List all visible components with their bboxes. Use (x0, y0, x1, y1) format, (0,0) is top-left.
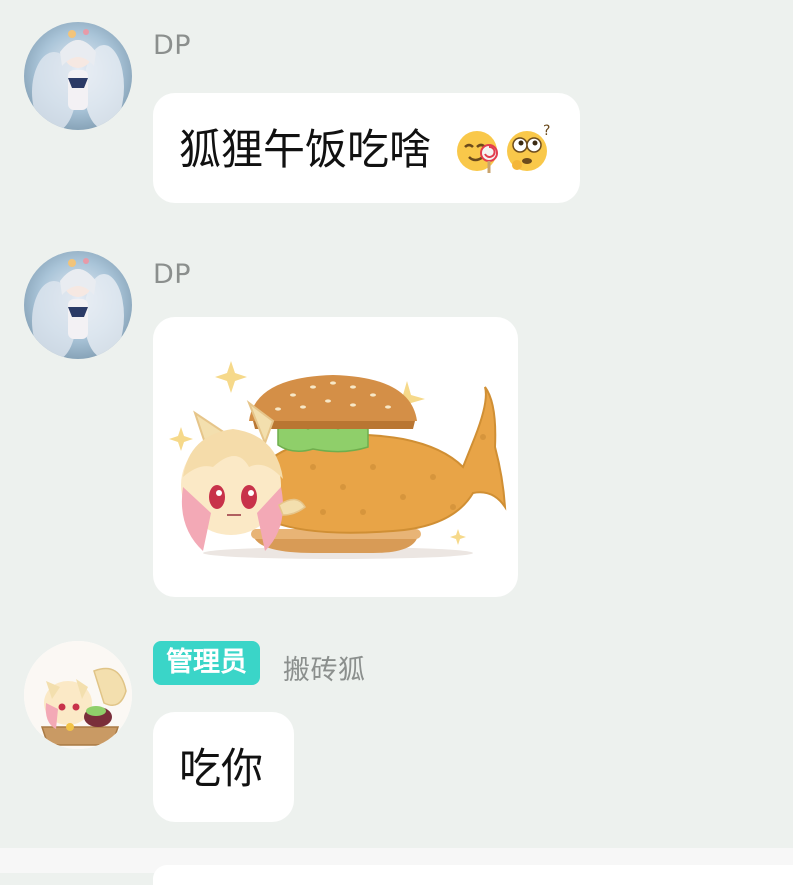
thinking-rolling-eyes-emoji-icon: ? (507, 123, 550, 171)
avatar-image (24, 641, 132, 749)
sender-name: DP (153, 259, 192, 290)
next-message-bubble[interactable] (153, 865, 793, 885)
fox-girl-fish-burger-sticker (169, 361, 507, 559)
avatar-image (24, 251, 132, 359)
message-text: 狐狸午饭吃啥 (179, 125, 432, 174)
message-bubble[interactable]: 吃你 (153, 712, 294, 822)
avatar[interactable] (24, 251, 132, 359)
message-row: DP (0, 240, 793, 610)
avatar[interactable] (24, 641, 132, 749)
admin-badge: 管理员 (153, 641, 260, 685)
message-text: 吃你 (179, 744, 264, 793)
sticker-bubble[interactable] (153, 317, 518, 597)
avatar[interactable] (24, 22, 132, 130)
svg-text:?: ? (543, 123, 550, 139)
message-row: DP 狐狸午饭吃啥 ? (0, 0, 793, 220)
avatar-image (24, 22, 132, 130)
message-bubble[interactable]: 狐狸午饭吃啥 ? (153, 93, 580, 203)
sender-name: DP (153, 30, 192, 61)
yum-lollipop-emoji-icon (457, 131, 498, 173)
message-row: 管理员 搬砖狐 吃你 (0, 630, 793, 840)
sender-name: 搬砖狐 (283, 655, 366, 686)
